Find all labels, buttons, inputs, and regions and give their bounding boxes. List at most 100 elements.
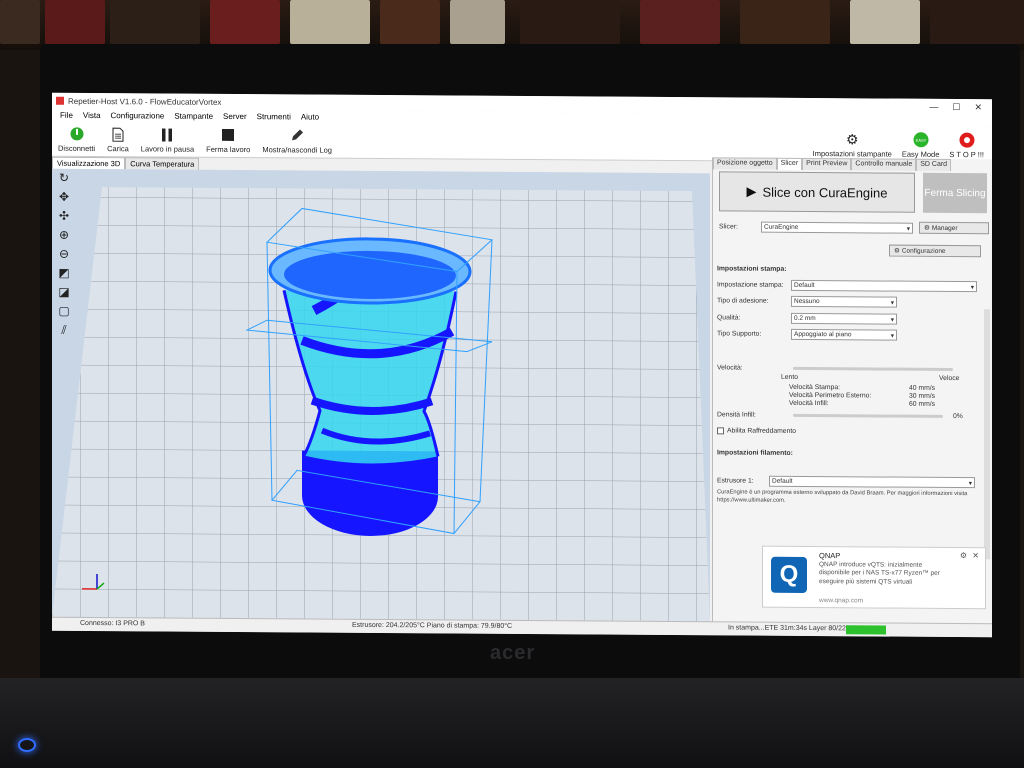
filament-heading: Impostazioni filamento: bbox=[717, 449, 793, 457]
speed-print-value: 40 mm/s bbox=[909, 384, 936, 392]
chevron-down-icon: ▾ bbox=[890, 299, 894, 307]
close-icon[interactable]: ✕ bbox=[972, 551, 979, 560]
extruder-label: Estrusore 1: bbox=[717, 477, 754, 485]
top-view-icon[interactable]: ▢ bbox=[57, 304, 71, 318]
easy-mode-icon: EASY bbox=[913, 132, 929, 148]
laptop-base bbox=[0, 678, 1024, 768]
disconnect-button[interactable]: Disconnetti bbox=[58, 126, 95, 153]
chevron-down-icon: ▾ bbox=[970, 283, 974, 291]
adhesion-select[interactable]: Nessuno ▾ bbox=[791, 295, 897, 308]
play-icon: ▶ bbox=[746, 183, 757, 199]
speed-infill-label: Velocità Infill: bbox=[789, 399, 829, 408]
print-bed-scene bbox=[52, 187, 710, 622]
laptop-brand-logo: acer bbox=[490, 642, 536, 664]
tab-slicer[interactable]: Slicer bbox=[776, 157, 803, 170]
print-progress-bar bbox=[846, 625, 886, 635]
support-label: Tipo Supporto: bbox=[717, 330, 762, 338]
tab-manual-control[interactable]: Controllo manuale bbox=[851, 158, 917, 171]
speed-slow-label: Lento bbox=[781, 373, 799, 381]
gear-icon: ⚙ bbox=[894, 247, 900, 255]
zoom-out-icon[interactable]: ⊖ bbox=[57, 247, 71, 261]
stop-slicing-button[interactable]: Ferma Slicing bbox=[923, 172, 987, 214]
menu-file[interactable]: File bbox=[60, 110, 73, 119]
quality-select[interactable]: 0.2 mm ▾ bbox=[791, 312, 897, 325]
bookshelf-background bbox=[0, 0, 1024, 50]
window-title: Repetier-Host V1.6.0 - FlowEducatorVorte… bbox=[68, 96, 222, 107]
extruder-select[interactable]: Default ▾ bbox=[769, 475, 975, 489]
stop-job-button[interactable]: Ferma lavoro bbox=[206, 127, 250, 154]
chevron-down-icon: ▾ bbox=[968, 479, 972, 487]
gears-icon: ⚙ bbox=[845, 131, 859, 148]
emergency-stop-button[interactable]: S T O P !!! bbox=[949, 132, 984, 159]
svg-text:EASY: EASY bbox=[915, 138, 926, 143]
parallel-projection-icon[interactable]: ⫽ bbox=[57, 323, 71, 337]
infill-density-slider[interactable] bbox=[793, 413, 943, 418]
gear-icon: ⚙ bbox=[924, 224, 930, 232]
speed-outer-label: Velocità Perimetro Esterno: bbox=[789, 391, 872, 400]
menu-vista[interactable]: Vista bbox=[83, 110, 101, 119]
view-panel: Visualizzazione 3D Curva Temperatura ↻ ✥… bbox=[52, 156, 710, 622]
configuration-button[interactable]: ⚙ Configurazione bbox=[889, 244, 981, 258]
pause-icon bbox=[159, 126, 175, 142]
speed-infill-value: 60 mm/s bbox=[909, 400, 936, 408]
view-tools: ↻ ✥ ✣ ⊕ ⊖ ◩ ◪ ▢ ⫽ bbox=[54, 171, 74, 337]
document-icon bbox=[110, 126, 126, 142]
infill-density-label: Densità Infill: bbox=[717, 411, 756, 419]
front-view-icon[interactable]: ◪ bbox=[57, 285, 71, 299]
notification-url: www.qnap.com bbox=[819, 597, 864, 605]
tab-temperature-curve[interactable]: Curva Temperatura bbox=[125, 157, 200, 170]
notification-title: QNAP bbox=[819, 551, 841, 561]
chevron-down-icon: ▾ bbox=[890, 316, 894, 324]
maximize-button[interactable]: ☐ bbox=[952, 102, 960, 113]
panel-scrollbar[interactable] bbox=[984, 309, 990, 560]
menu-stampante[interactable]: Stampante bbox=[174, 111, 213, 120]
qnap-notification[interactable]: Q QNAP ⚙ ✕ QNAP introduce vQTS: inizialm… bbox=[762, 545, 986, 610]
speed-label: Velocità: bbox=[717, 364, 743, 372]
notification-body: QNAP introduce vQTS: inizialmente dispon… bbox=[819, 561, 940, 586]
power-plug-icon bbox=[69, 126, 85, 142]
minimize-button[interactable]: — bbox=[929, 101, 938, 112]
rotate-icon[interactable]: ↻ bbox=[57, 171, 71, 185]
move-object-icon[interactable]: ✣ bbox=[57, 209, 71, 223]
power-led-icon bbox=[18, 738, 36, 752]
menu-server[interactable]: Server bbox=[223, 111, 247, 120]
pause-button[interactable]: Lavoro in pausa bbox=[141, 126, 194, 154]
infill-density-value: 0% bbox=[953, 413, 963, 421]
move-icon[interactable]: ✥ bbox=[57, 190, 71, 204]
tab-sd-card[interactable]: SD Card bbox=[916, 158, 952, 171]
print-setting-select[interactable]: Default ▾ bbox=[791, 279, 977, 293]
quality-label: Qualità: bbox=[717, 314, 741, 322]
slice-button[interactable]: ▶ Slice con CuraEngine bbox=[719, 171, 915, 213]
support-select[interactable]: Appoggiato al piano ▾ bbox=[791, 328, 897, 341]
chevron-down-icon: ▾ bbox=[906, 225, 910, 233]
slicer-select[interactable]: CuraEngine ▾ bbox=[761, 221, 913, 234]
tab-object-placement[interactable]: Posizione oggetto bbox=[713, 157, 777, 170]
load-button[interactable]: Carica bbox=[107, 126, 129, 153]
easy-mode-button[interactable]: EASY Easy Mode bbox=[902, 132, 939, 159]
slicer-label: Slicer: bbox=[719, 223, 738, 231]
emergency-stop-icon bbox=[959, 132, 975, 148]
close-button[interactable]: ✕ bbox=[974, 102, 982, 113]
tab-print-preview[interactable]: Print Preview bbox=[802, 157, 852, 171]
iso-view-icon[interactable]: ◩ bbox=[57, 266, 71, 280]
cooling-checkbox[interactable] bbox=[717, 427, 724, 435]
zoom-in-icon[interactable]: ⊕ bbox=[57, 228, 71, 242]
menu-aiuto[interactable]: Aiuto bbox=[301, 112, 319, 121]
toggle-log-button[interactable]: Mostra/nascondi Log bbox=[262, 127, 332, 155]
speed-slider[interactable] bbox=[793, 366, 953, 372]
menu-configurazione[interactable]: Configurazione bbox=[111, 111, 165, 120]
speed-fast-label: Veloce bbox=[939, 374, 960, 383]
chevron-down-icon: ▾ bbox=[890, 332, 894, 340]
connection-status: Connesso: I3 PRO B bbox=[80, 619, 145, 628]
tab-3d-view[interactable]: Visualizzazione 3D bbox=[52, 156, 126, 170]
printer-settings-button[interactable]: ⚙ Impostazioni stampante bbox=[813, 131, 892, 158]
speed-print-label: Velocità Stampa: bbox=[789, 383, 841, 392]
manager-button[interactable]: ⚙ Manager bbox=[919, 221, 989, 235]
app-icon bbox=[56, 96, 64, 105]
qnap-logo-icon: Q bbox=[771, 556, 807, 593]
menu-strumenti[interactable]: Strumenti bbox=[257, 112, 291, 121]
3d-viewport[interactable]: ↻ ✥ ✣ ⊕ ⊖ ◩ ◪ ▢ ⫽ bbox=[52, 168, 710, 622]
curaengine-note: CuraEngine è un programma esterno svilup… bbox=[717, 489, 968, 504]
cooling-label: Abilita Raffreddamento bbox=[727, 427, 797, 435]
gear-icon[interactable]: ⚙ bbox=[960, 551, 967, 560]
